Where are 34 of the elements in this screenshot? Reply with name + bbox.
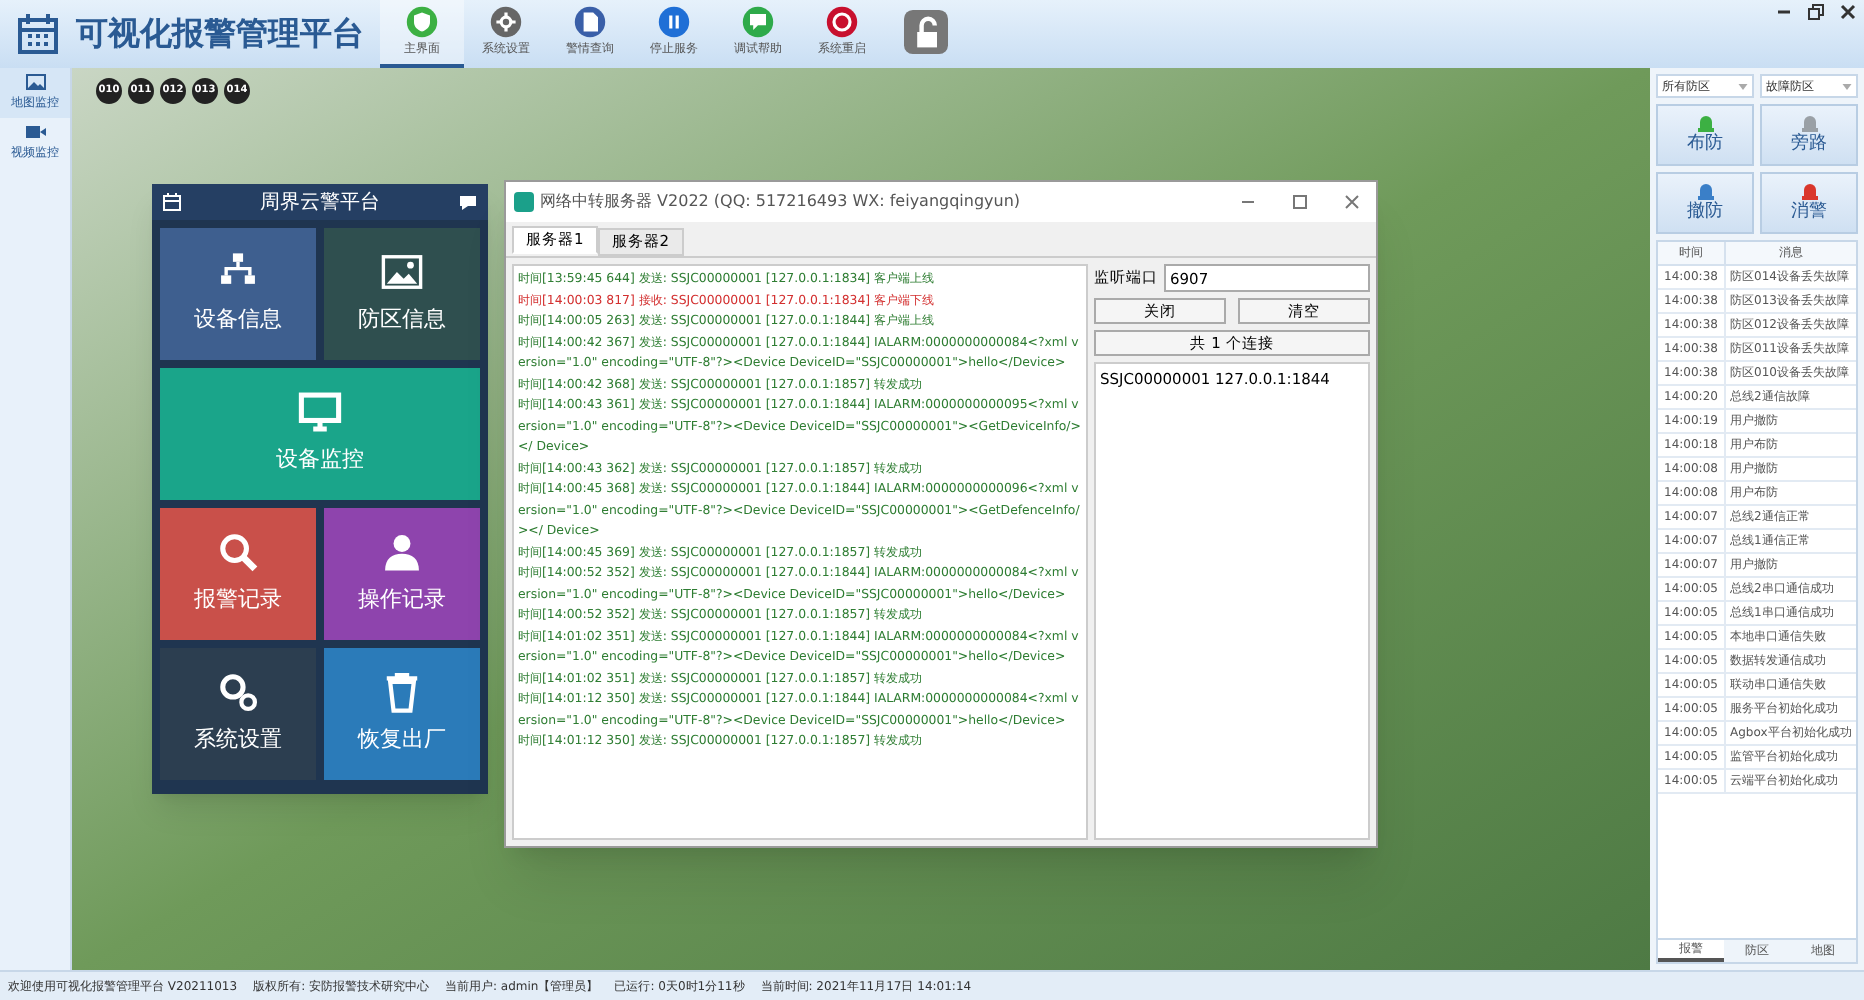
calendar-icon	[162, 192, 182, 212]
maximize-icon[interactable]	[1292, 194, 1308, 210]
document-icon	[574, 6, 606, 38]
window-title: 网络中转服务器 V2022 (QQ: 517216493 WX: feiyangqingyun)	[540, 190, 1023, 214]
menu-tile[interactable]: 恢复出厂	[324, 648, 480, 780]
user-icon	[380, 530, 424, 575]
chat-icon[interactable]	[458, 193, 478, 211]
restore-icon[interactable]	[1808, 4, 1824, 20]
app-title: 可视化报警管理平台	[76, 12, 364, 56]
action-button[interactable]: 旁路	[1760, 104, 1858, 166]
camera-icon	[25, 124, 45, 140]
menu-tile[interactable]: 设备信息	[160, 228, 316, 360]
search-icon	[216, 530, 260, 575]
menu-tile[interactable]: 报警记录	[160, 508, 316, 640]
menu-tile[interactable]: 系统设置	[160, 648, 316, 780]
calendar-icon	[16, 12, 60, 56]
menu-tile[interactable]: 操作记录	[324, 508, 480, 640]
picture-icon	[380, 250, 424, 295]
close-icon[interactable]	[1840, 4, 1856, 20]
stop-icon	[826, 6, 858, 38]
action-button[interactable]: 撤防	[1656, 172, 1754, 234]
image-icon	[25, 74, 45, 90]
menu-tile[interactable]: 防区信息	[324, 228, 480, 360]
monitor-icon	[298, 390, 342, 435]
caret-icon	[1738, 83, 1748, 89]
pause-icon	[658, 6, 690, 38]
caret-icon	[1842, 83, 1852, 89]
action-button[interactable]: 布防	[1656, 104, 1754, 166]
shield-icon	[406, 6, 438, 38]
chat-icon	[742, 6, 774, 38]
action-button[interactable]: 消警	[1760, 172, 1858, 234]
unlocked-icon	[904, 10, 948, 54]
panel-title: 周界云警平台	[258, 189, 382, 217]
app-icon	[514, 192, 534, 212]
